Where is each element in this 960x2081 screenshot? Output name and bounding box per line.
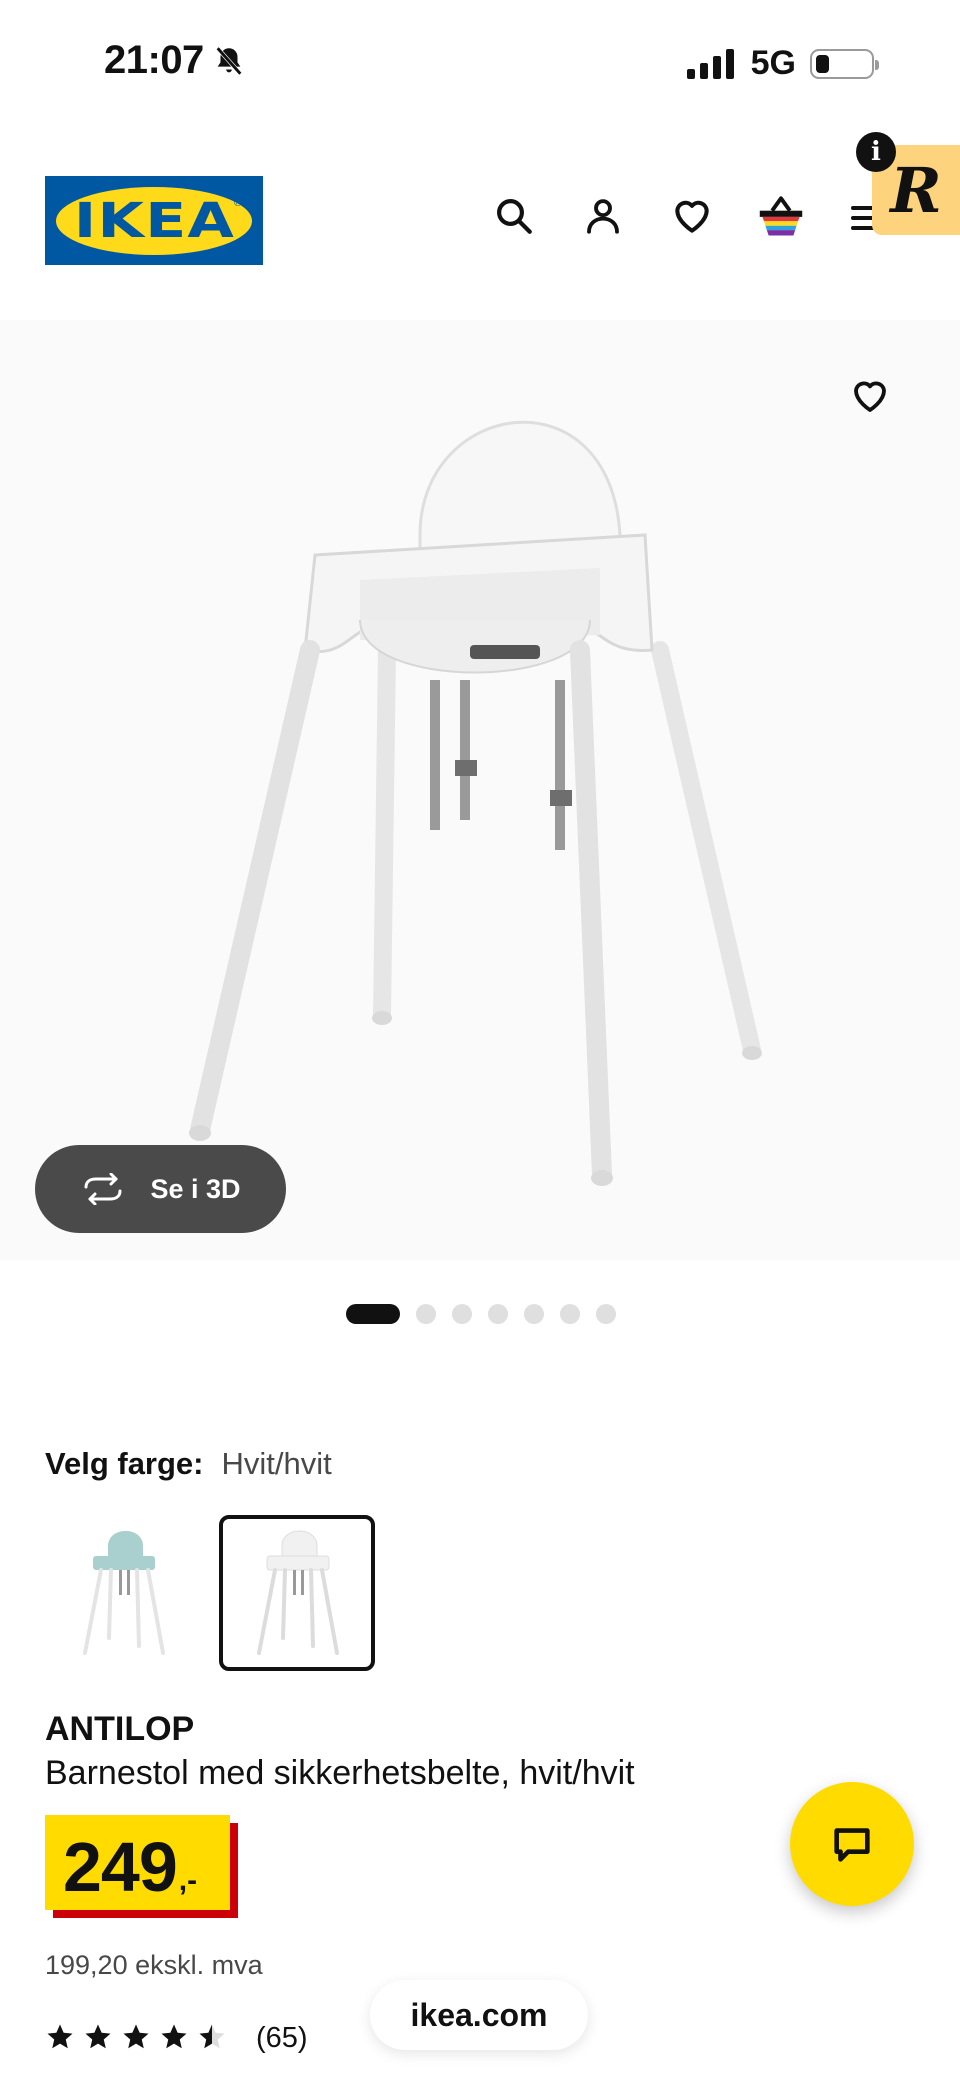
heart-icon bbox=[854, 381, 886, 412]
white-chair-thumbnail bbox=[257, 1530, 339, 1655]
carousel-dot[interactable] bbox=[596, 1304, 616, 1324]
carousel-dot[interactable] bbox=[524, 1304, 544, 1324]
color-swatch-white[interactable] bbox=[219, 1515, 375, 1671]
search-icon bbox=[497, 199, 532, 234]
color-value: Hvit/hvit bbox=[221, 1446, 332, 1481]
turquoise-chair-thumbnail bbox=[83, 1531, 165, 1655]
price-box: 249 ,- bbox=[45, 1815, 230, 1910]
wishlist-button[interactable] bbox=[664, 188, 720, 244]
ikea-logo[interactable]: IKEA ® bbox=[45, 176, 263, 265]
info-icon[interactable]: i bbox=[856, 132, 896, 172]
price-excluding-vat: 199,20 ekskl. mva bbox=[45, 1950, 263, 1980]
signal-icon bbox=[686, 48, 734, 79]
status-indicators: 5G bbox=[686, 44, 879, 83]
star-full-icon bbox=[123, 2024, 149, 2049]
search-button[interactable] bbox=[486, 188, 542, 244]
rotate-3d-icon bbox=[84, 1173, 122, 1205]
battery-level bbox=[816, 54, 829, 73]
account-icon bbox=[587, 199, 619, 234]
logo-text: IKEA bbox=[73, 192, 235, 249]
carousel-dot[interactable] bbox=[416, 1304, 436, 1324]
wishlist-icon bbox=[675, 200, 709, 233]
price-suffix: ,- bbox=[178, 1864, 198, 1897]
star-full-icon bbox=[47, 2024, 73, 2049]
chat-button[interactable] bbox=[790, 1782, 914, 1906]
color-selector-heading: Velg farge: Hvit/hvit bbox=[45, 1446, 332, 1482]
carousel-dot[interactable] bbox=[346, 1304, 400, 1324]
star-full-icon bbox=[161, 2024, 187, 2049]
carousel-dot[interactable] bbox=[452, 1304, 472, 1324]
color-label: Velg farge: bbox=[45, 1446, 204, 1481]
chat-bubble-icon bbox=[834, 1828, 870, 1862]
product-description: Barnestol med sikkerhetsbelte, hvit/hvit bbox=[45, 1754, 635, 1792]
registered-mark: ® bbox=[233, 196, 242, 209]
logo-oval: IKEA ® bbox=[56, 186, 252, 255]
view-in-3d-button[interactable]: Se i 3D bbox=[35, 1145, 286, 1233]
high-chair-illustration bbox=[189, 420, 762, 1186]
network-label: 5G bbox=[750, 44, 796, 82]
rating-stars[interactable] bbox=[45, 2022, 227, 2052]
star-half-icon bbox=[199, 2024, 225, 2049]
cart-icon bbox=[759, 196, 803, 236]
price-tag: 249 ,- bbox=[45, 1815, 238, 1918]
silent-bell-icon bbox=[215, 46, 242, 75]
product-name: ANTILOP bbox=[45, 1710, 195, 1748]
status-time: 21:07 bbox=[104, 38, 246, 83]
product-image[interactable] bbox=[0, 320, 960, 1260]
browser-url-pill[interactable]: ikea.com bbox=[370, 1980, 588, 2050]
account-button[interactable] bbox=[575, 188, 631, 244]
header-actions bbox=[486, 188, 809, 244]
star-full-icon bbox=[85, 2024, 111, 2049]
cart-button[interactable] bbox=[753, 188, 809, 244]
extension-letter: R bbox=[890, 153, 942, 227]
battery-icon bbox=[810, 48, 879, 79]
clock-text: 21:07 bbox=[104, 38, 204, 82]
view-in-3d-label: Se i 3D bbox=[150, 1173, 241, 1204]
review-count[interactable]: (65) bbox=[256, 2022, 308, 2055]
image-carousel-dots bbox=[346, 1304, 616, 1324]
carousel-dot[interactable] bbox=[560, 1304, 580, 1324]
carousel-dot[interactable] bbox=[488, 1304, 508, 1324]
price-amount: 249 bbox=[63, 1828, 178, 1906]
add-to-wishlist-button[interactable] bbox=[840, 366, 900, 426]
color-swatch-turquoise[interactable] bbox=[45, 1515, 201, 1671]
